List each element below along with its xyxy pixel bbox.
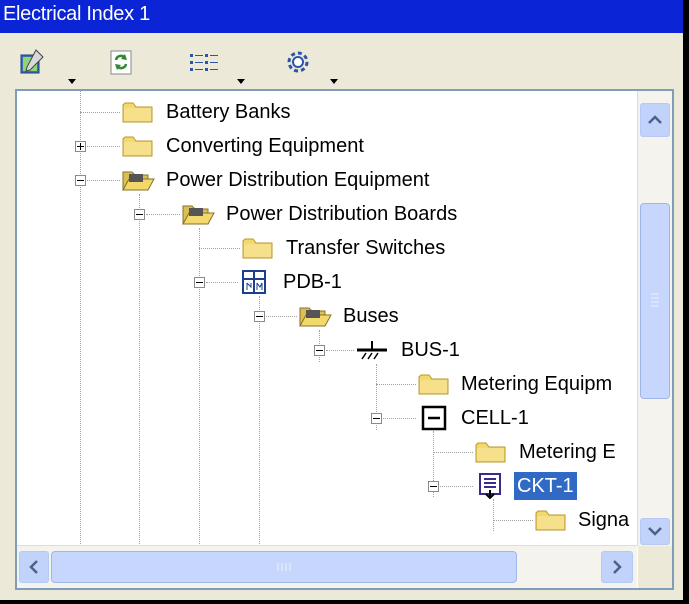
chevron-right-icon — [613, 560, 622, 574]
tree-item-label: Metering Equipm — [461, 373, 613, 395]
tree-item-label: Transfer Switches — [286, 237, 446, 259]
tree-item-power-distribution-equipment[interactable]: Power Distribution Equipment — [17, 166, 637, 194]
tree-item-label: Signa — [578, 509, 630, 531]
tree-item-signa[interactable]: Signa — [17, 506, 637, 534]
tree-item-label-selected: CKT-1 — [513, 471, 578, 501]
horizontal-scrollbar[interactable] — [17, 545, 637, 588]
collapse-icon[interactable] — [314, 345, 325, 356]
scrollbar-corner — [638, 546, 672, 588]
folder-open-icon — [299, 307, 332, 327]
tree-view[interactable]: Battery Banks Converting Equipment Power… — [17, 91, 637, 546]
properties-icon — [20, 49, 44, 74]
refresh-icon — [110, 50, 132, 75]
tree-item-label: Buses — [343, 305, 399, 327]
folder-icon — [242, 238, 273, 259]
expand-icon[interactable] — [75, 141, 86, 152]
collapse-icon[interactable] — [134, 209, 145, 220]
scroll-right-button[interactable] — [601, 551, 633, 583]
title-bar[interactable]: Electrical Index 1 — [0, 0, 683, 33]
electrical-index-window: Electrical Index 1 Battery Banks Convert… — [0, 0, 686, 602]
chevron-left-icon — [29, 560, 38, 574]
tree-item-cell-1[interactable]: CELL-1 — [17, 404, 637, 432]
scroll-up-button[interactable] — [640, 103, 670, 137]
tree-panel: Battery Banks Converting Equipment Power… — [15, 89, 674, 590]
collapse-icon[interactable] — [371, 413, 382, 424]
folder-icon — [475, 442, 506, 463]
distribution-board-icon — [242, 270, 266, 294]
properties-button[interactable] — [16, 47, 84, 84]
tree-item-transfer-switches[interactable]: Transfer Switches — [17, 234, 637, 262]
vertical-scrollbar[interactable] — [637, 91, 672, 546]
tree-item-label: CELL-1 — [461, 407, 529, 429]
tree-item-ckt-1[interactable]: CKT-1 — [17, 471, 637, 501]
view-list-button[interactable] — [188, 47, 256, 84]
collapse-icon[interactable] — [75, 175, 86, 186]
chevron-down-icon[interactable] — [237, 79, 245, 84]
tree-item-bus-1[interactable]: BUS-1 — [17, 336, 637, 364]
folder-icon — [122, 136, 153, 157]
refresh-button[interactable] — [106, 47, 138, 77]
tree-item-metering-equipment[interactable]: Metering Equipm — [17, 370, 637, 398]
folder-icon — [418, 374, 449, 395]
tree-item-label: Battery Banks — [166, 101, 291, 123]
collapse-icon[interactable] — [254, 311, 265, 322]
tree-item-label: Metering E — [519, 441, 616, 463]
view-list-icon — [190, 54, 218, 71]
tree-item-buses[interactable]: Buses — [17, 302, 637, 330]
folder-icon — [122, 102, 153, 123]
tree-item-pdb-1[interactable]: PDB-1 — [17, 268, 637, 296]
tree-item-label: Power Distribution Equipment — [166, 169, 430, 191]
chevron-down-icon[interactable] — [330, 79, 338, 84]
tree-item-battery-banks[interactable]: Battery Banks — [17, 98, 637, 126]
scroll-left-button[interactable] — [19, 551, 49, 583]
settings-button[interactable] — [283, 47, 351, 84]
collapse-icon[interactable] — [194, 277, 205, 288]
bus-icon — [357, 341, 387, 360]
tree-item-metering-e[interactable]: Metering E — [17, 438, 637, 466]
tree-item-label: PDB-1 — [283, 271, 342, 293]
tree-item-label: Power Distribution Boards — [226, 203, 458, 225]
tree-item-converting-equipment[interactable]: Converting Equipment — [17, 132, 637, 160]
window-title: Electrical Index 1 — [3, 3, 150, 25]
grip-icon — [277, 563, 291, 571]
folder-open-icon — [182, 205, 215, 225]
chevron-up-icon — [648, 115, 662, 124]
scroll-down-button[interactable] — [640, 518, 670, 545]
settings-icon — [287, 51, 309, 73]
tree-item-label: Converting Equipment — [166, 135, 364, 157]
horizontal-scroll-thumb[interactable] — [51, 551, 517, 583]
circuit-icon — [479, 473, 501, 499]
toolbar — [0, 33, 683, 89]
chevron-down-icon — [648, 527, 662, 536]
cell-icon — [421, 405, 447, 431]
grip-icon — [651, 293, 659, 307]
folder-icon — [535, 510, 566, 531]
chevron-down-icon[interactable] — [68, 79, 76, 84]
collapse-icon[interactable] — [428, 481, 439, 492]
vertical-scroll-thumb[interactable] — [640, 203, 670, 399]
tree-item-label: BUS-1 — [401, 339, 460, 361]
tree-item-power-distribution-boards[interactable]: Power Distribution Boards — [17, 200, 637, 228]
folder-open-icon — [122, 171, 155, 191]
